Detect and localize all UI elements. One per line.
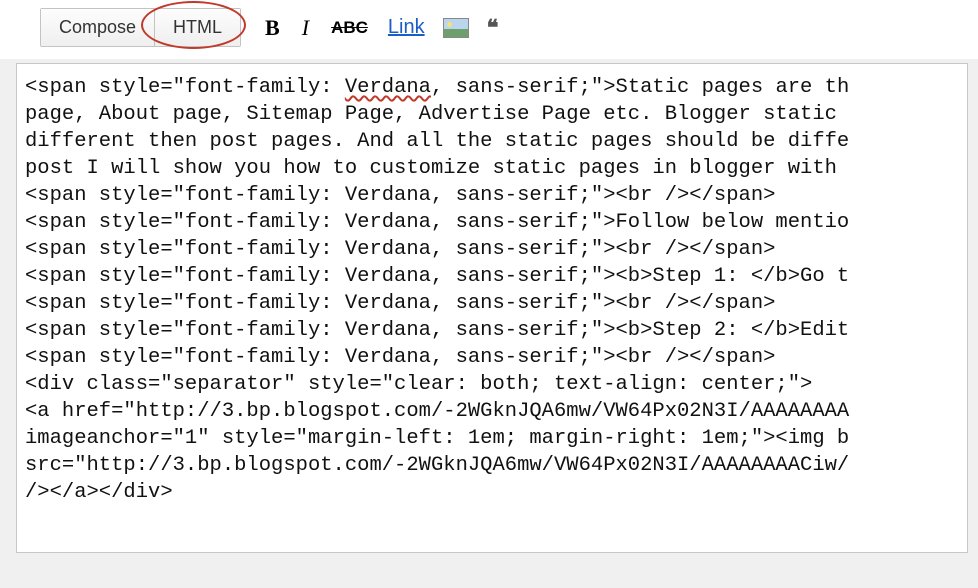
code-line: <a href="http://3.bp.blogspot.com/-2WGkn… [25,400,849,423]
spellcheck-word: Verdana [345,76,431,99]
code-line: <span style="font-family: [25,76,345,99]
code-line: <span style="font-family: Verdana, sans-… [25,346,775,369]
code-line: , sans-serif;">Static pages are th [431,76,849,99]
compose-tab[interactable]: Compose [41,9,155,46]
code-line: different then post pages. And all the s… [25,130,849,153]
code-line: <span style="font-family: Verdana, sans-… [25,265,849,288]
code-content[interactable]: <span style="font-family: Verdana, sans-… [17,64,967,506]
image-button[interactable] [443,18,469,38]
code-line: <span style="font-family: Verdana, sans-… [25,211,849,234]
quote-button[interactable]: ❝ [487,15,497,41]
link-button[interactable]: Link [388,16,425,39]
bold-button[interactable]: B [263,15,282,41]
html-tab-label: HTML [173,17,222,37]
code-line: page, About page, Sitemap Page, Advertis… [25,103,849,126]
code-line: <span style="font-family: Verdana, sans-… [25,292,775,315]
formatting-group: B I ABC Link ❝ [263,15,496,41]
code-line: <span style="font-family: Verdana, sans-… [25,238,775,261]
editor-toolbar: Compose HTML B I ABC Link ❝ [0,0,978,59]
code-line: <span style="font-family: Verdana, sans-… [25,184,775,207]
code-line: imageanchor="1" style="margin-left: 1em;… [25,427,849,450]
html-tab[interactable]: HTML [155,9,240,46]
code-line: <span style="font-family: Verdana, sans-… [25,319,849,342]
code-line: post I will show you how to customize st… [25,157,849,180]
mode-tab-group: Compose HTML [40,8,241,47]
code-line: <div class="separator" style="clear: bot… [25,373,812,396]
html-editor[interactable]: <span style="font-family: Verdana, sans-… [16,63,968,553]
italic-button[interactable]: I [300,15,311,41]
code-line: src="http://3.bp.blogspot.com/-2WGknJQA6… [25,454,849,477]
strikethrough-button[interactable]: ABC [329,18,370,38]
code-line: /></a></div> [25,481,173,504]
